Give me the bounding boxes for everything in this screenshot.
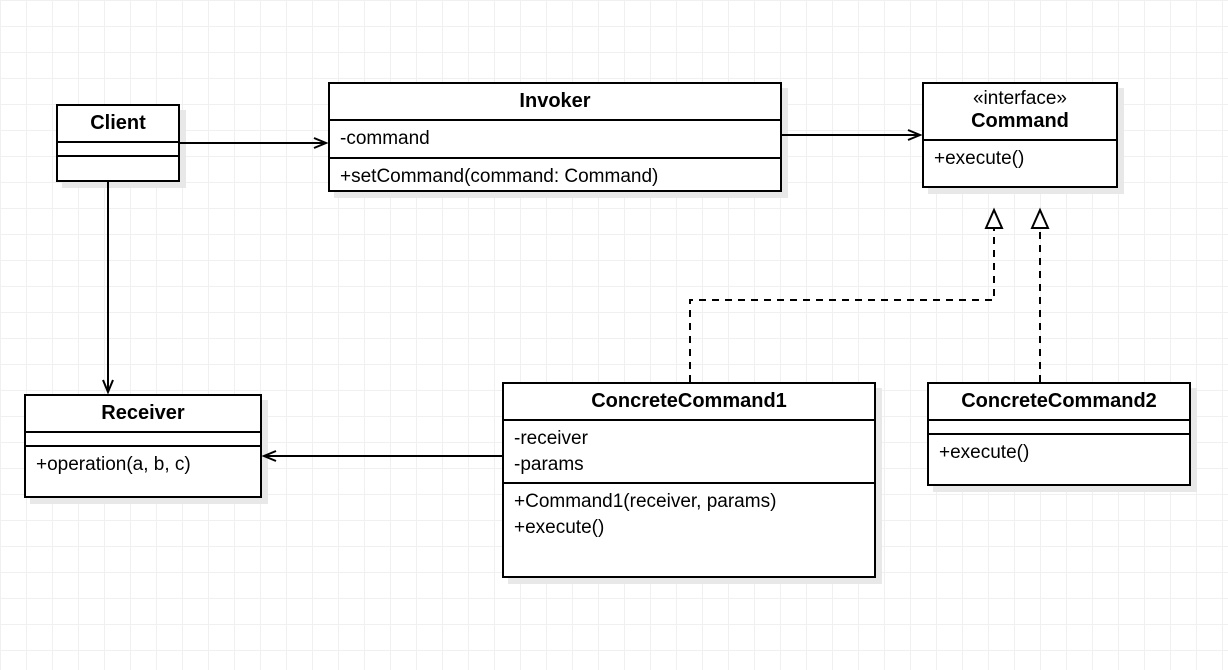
class-invoker-ops: +setCommand(command: Command) (330, 159, 780, 195)
class-command-stereotype: «interface» (924, 84, 1116, 110)
class-concrete1-name: ConcreteCommand1 (504, 384, 874, 421)
class-command-ops: +execute() (924, 141, 1116, 177)
class-receiver-ops: +operation(a, b, c) (26, 447, 260, 483)
class-concrete2-name: ConcreteCommand2 (929, 384, 1189, 421)
class-invoker: Invoker -command +setCommand(command: Co… (328, 82, 782, 192)
class-concrete1-attrs: -receiver -params (504, 421, 874, 484)
class-concrete1: ConcreteCommand1 -receiver -params +Comm… (502, 382, 876, 578)
class-invoker-name: Invoker (330, 84, 780, 121)
class-concrete2-attrs (929, 421, 1189, 435)
realize-concrete1-command (690, 210, 994, 382)
class-concrete2-ops: +execute() (929, 435, 1189, 471)
class-invoker-attrs: -command (330, 121, 780, 159)
class-client-name: Client (58, 106, 178, 143)
class-concrete2: ConcreteCommand2 +execute() (927, 382, 1191, 486)
class-receiver-name: Receiver (26, 396, 260, 433)
class-concrete1-ops: +Command1(receiver, params) +execute() (504, 484, 874, 545)
class-command: «interface» Command +execute() (922, 82, 1118, 188)
diagram-canvas: Client Invoker -command +setCommand(comm… (0, 0, 1228, 670)
class-receiver-attrs (26, 433, 260, 447)
class-client-ops (58, 157, 178, 169)
class-command-name: Command (924, 110, 1116, 141)
class-client-attrs (58, 143, 178, 157)
class-receiver: Receiver +operation(a, b, c) (24, 394, 262, 498)
class-client: Client (56, 104, 180, 182)
